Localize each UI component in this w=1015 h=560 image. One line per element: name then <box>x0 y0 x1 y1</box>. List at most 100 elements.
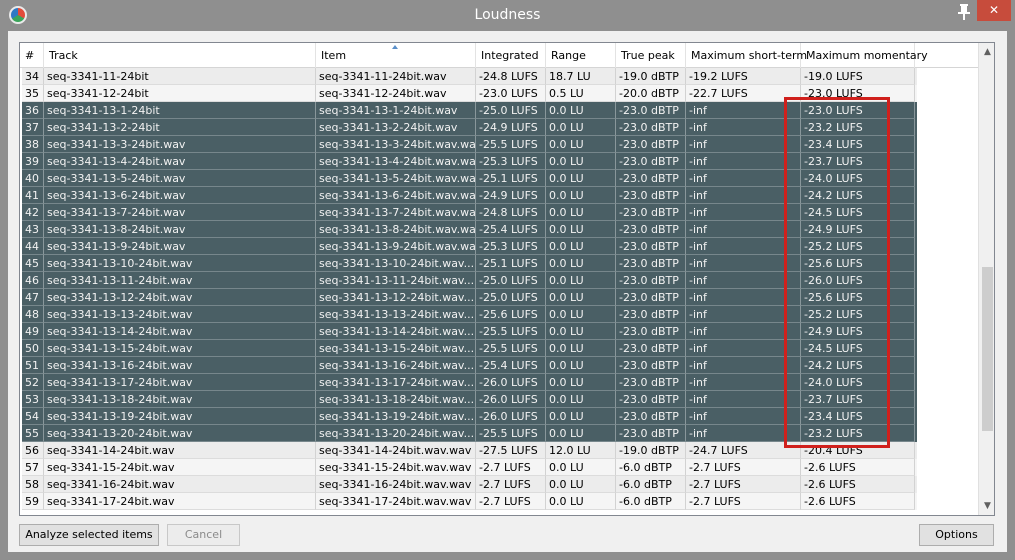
cell-num: 41 <box>22 187 44 204</box>
cell-shortterm: -inf <box>686 272 801 289</box>
cell-integrated: -23.0 LUFS <box>476 85 546 102</box>
cell-item: seq-3341-13-16-24bit.wav.... <box>316 357 476 374</box>
table-row[interactable]: 55 seq-3341-13-20-24bit.wav seq-3341-13-20… <box>22 425 917 442</box>
cell-momentary: -23.7 LUFS <box>801 153 915 170</box>
column-header-number[interactable]: # <box>20 43 44 68</box>
cell-num: 45 <box>22 255 44 272</box>
cell-truepeak: -23.0 dBTP <box>616 255 686 272</box>
loudness-list[interactable]: # Track Item Integrated Range True peak … <box>19 42 995 516</box>
cell-item: seq-3341-14-24bit.wav.wav <box>316 442 476 459</box>
cell-momentary: -2.6 LUFS <box>801 459 915 476</box>
cell-truepeak: -23.0 dBTP <box>616 272 686 289</box>
cell-integrated: -2.7 LUFS <box>476 459 546 476</box>
cell-integrated: -25.1 LUFS <box>476 170 546 187</box>
table-row[interactable]: 42 seq-3341-13-7-24bit.wav seq-3341-13-7-2… <box>22 204 917 221</box>
cell-range: 0.0 LU <box>546 255 616 272</box>
cell-num: 57 <box>22 459 44 476</box>
cell-num: 54 <box>22 408 44 425</box>
cell-track: seq-3341-13-13-24bit.wav <box>44 306 316 323</box>
column-header-max-momentary[interactable]: Maximum momentary <box>801 43 928 68</box>
table-row[interactable]: 45 seq-3341-13-10-24bit.wav seq-3341-13-10… <box>22 255 917 272</box>
scrollbar-thumb[interactable] <box>982 267 993 431</box>
table-row[interactable]: 40 seq-3341-13-5-24bit.wav seq-3341-13-5-2… <box>22 170 917 187</box>
table-row[interactable]: 36 seq-3341-13-1-24bit seq-3341-13-1-24bit… <box>22 102 917 119</box>
table-row[interactable]: 53 seq-3341-13-18-24bit.wav seq-3341-13-18… <box>22 391 917 408</box>
table-row[interactable]: 56 seq-3341-14-24bit.wav seq-3341-14-24bit… <box>22 442 917 459</box>
table-row[interactable]: 54 seq-3341-13-19-24bit.wav seq-3341-13-19… <box>22 408 917 425</box>
table-row[interactable]: 44 seq-3341-13-9-24bit.wav seq-3341-13-9-2… <box>22 238 917 255</box>
cell-track: seq-3341-13-3-24bit.wav <box>44 136 316 153</box>
cell-item: seq-3341-17-24bit.wav.wav <box>316 493 476 510</box>
close-button[interactable]: ✕ <box>977 0 1011 21</box>
options-button[interactable]: Options <box>919 524 994 546</box>
scroll-down-icon[interactable]: ▼ <box>979 498 994 515</box>
scroll-up-icon[interactable]: ▲ <box>979 44 994 61</box>
cell-track: seq-3341-13-10-24bit.wav <box>44 255 316 272</box>
cell-num: 46 <box>22 272 44 289</box>
column-header-max-short-term[interactable]: Maximum short-term <box>686 43 807 68</box>
vertical-scrollbar[interactable]: ▲ ▼ <box>978 43 994 515</box>
cell-truepeak: -20.0 dBTP <box>616 85 686 102</box>
table-row[interactable]: 50 seq-3341-13-15-24bit.wav seq-3341-13-15… <box>22 340 917 357</box>
cell-num: 38 <box>22 136 44 153</box>
cell-track: seq-3341-13-16-24bit.wav <box>44 357 316 374</box>
cell-shortterm: -22.7 LUFS <box>686 85 801 102</box>
cell-item: seq-3341-13-11-24bit.wav.... <box>316 272 476 289</box>
table-row[interactable]: 46 seq-3341-13-11-24bit.wav seq-3341-13-11… <box>22 272 917 289</box>
cell-shortterm: -inf <box>686 221 801 238</box>
table-row[interactable]: 51 seq-3341-13-16-24bit.wav seq-3341-13-16… <box>22 357 917 374</box>
column-header-true-peak[interactable]: True peak <box>616 43 686 68</box>
table-row[interactable]: 34 seq-3341-11-24bit seq-3341-11-24bit.wav… <box>22 68 917 85</box>
table-row[interactable]: 52 seq-3341-13-17-24bit.wav seq-3341-13-17… <box>22 374 917 391</box>
cell-momentary: -2.6 LUFS <box>801 476 915 493</box>
cell-integrated: -26.0 LUFS <box>476 374 546 391</box>
cell-num: 58 <box>22 476 44 493</box>
cell-num: 42 <box>22 204 44 221</box>
table-row[interactable]: 43 seq-3341-13-8-24bit.wav seq-3341-13-8-2… <box>22 221 917 238</box>
cell-truepeak: -23.0 dBTP <box>616 170 686 187</box>
cell-range: 0.0 LU <box>546 136 616 153</box>
cell-momentary: -23.0 LUFS <box>801 102 915 119</box>
table-row[interactable]: 47 seq-3341-13-12-24bit.wav seq-3341-13-12… <box>22 289 917 306</box>
cell-integrated: -25.4 LUFS <box>476 357 546 374</box>
cell-integrated: -24.9 LUFS <box>476 187 546 204</box>
column-header-track[interactable]: Track <box>44 43 316 68</box>
cell-truepeak: -23.0 dBTP <box>616 119 686 136</box>
table-row[interactable]: 49 seq-3341-13-14-24bit.wav seq-3341-13-14… <box>22 323 917 340</box>
cell-track: seq-3341-15-24bit.wav <box>44 459 316 476</box>
close-icon: ✕ <box>988 3 1000 17</box>
table-row[interactable]: 58 seq-3341-16-24bit.wav seq-3341-16-24bit… <box>22 476 917 493</box>
cancel-button[interactable]: Cancel <box>167 524 240 546</box>
cell-truepeak: -23.0 dBTP <box>616 204 686 221</box>
cell-shortterm: -24.7 LUFS <box>686 442 801 459</box>
cell-integrated: -25.0 LUFS <box>476 102 546 119</box>
cell-range: 0.0 LU <box>546 102 616 119</box>
cell-truepeak: -23.0 dBTP <box>616 238 686 255</box>
cell-truepeak: -23.0 dBTP <box>616 391 686 408</box>
cell-range: 0.0 LU <box>546 340 616 357</box>
table-row[interactable]: 39 seq-3341-13-4-24bit.wav seq-3341-13-4-2… <box>22 153 917 170</box>
cell-integrated: -25.1 LUFS <box>476 255 546 272</box>
cell-truepeak: -23.0 dBTP <box>616 102 686 119</box>
table-row[interactable]: 37 seq-3341-13-2-24bit seq-3341-13-2-24bit… <box>22 119 917 136</box>
table-row[interactable]: 35 seq-3341-12-24bit seq-3341-12-24bit.wav… <box>22 85 917 102</box>
pin-button[interactable] <box>952 1 976 23</box>
cell-num: 47 <box>22 289 44 306</box>
cell-track: seq-3341-12-24bit <box>44 85 316 102</box>
cell-range: 0.5 LU <box>546 85 616 102</box>
cell-item: seq-3341-13-18-24bit.wav.... <box>316 391 476 408</box>
column-header-range[interactable]: Range <box>546 43 616 68</box>
table-row[interactable]: 48 seq-3341-13-13-24bit.wav seq-3341-13-13… <box>22 306 917 323</box>
analyze-selected-items-button[interactable]: Analyze selected items <box>19 524 159 546</box>
table-row[interactable]: 41 seq-3341-13-6-24bit.wav seq-3341-13-6-2… <box>22 187 917 204</box>
table-row[interactable]: 57 seq-3341-15-24bit.wav seq-3341-15-24bit… <box>22 459 917 476</box>
cell-item: seq-3341-12-24bit.wav <box>316 85 476 102</box>
cell-track: seq-3341-13-9-24bit.wav <box>44 238 316 255</box>
cell-momentary: -23.2 LUFS <box>801 119 915 136</box>
cell-momentary: -25.2 LUFS <box>801 238 915 255</box>
table-row[interactable]: 38 seq-3341-13-3-24bit.wav seq-3341-13-3-2… <box>22 136 917 153</box>
cell-integrated: -2.7 LUFS <box>476 476 546 493</box>
column-header-integrated[interactable]: Integrated <box>476 43 546 68</box>
cell-item: seq-3341-13-6-24bit.wav.wav <box>316 187 476 204</box>
table-row[interactable]: 59 seq-3341-17-24bit.wav seq-3341-17-24bit… <box>22 493 917 510</box>
